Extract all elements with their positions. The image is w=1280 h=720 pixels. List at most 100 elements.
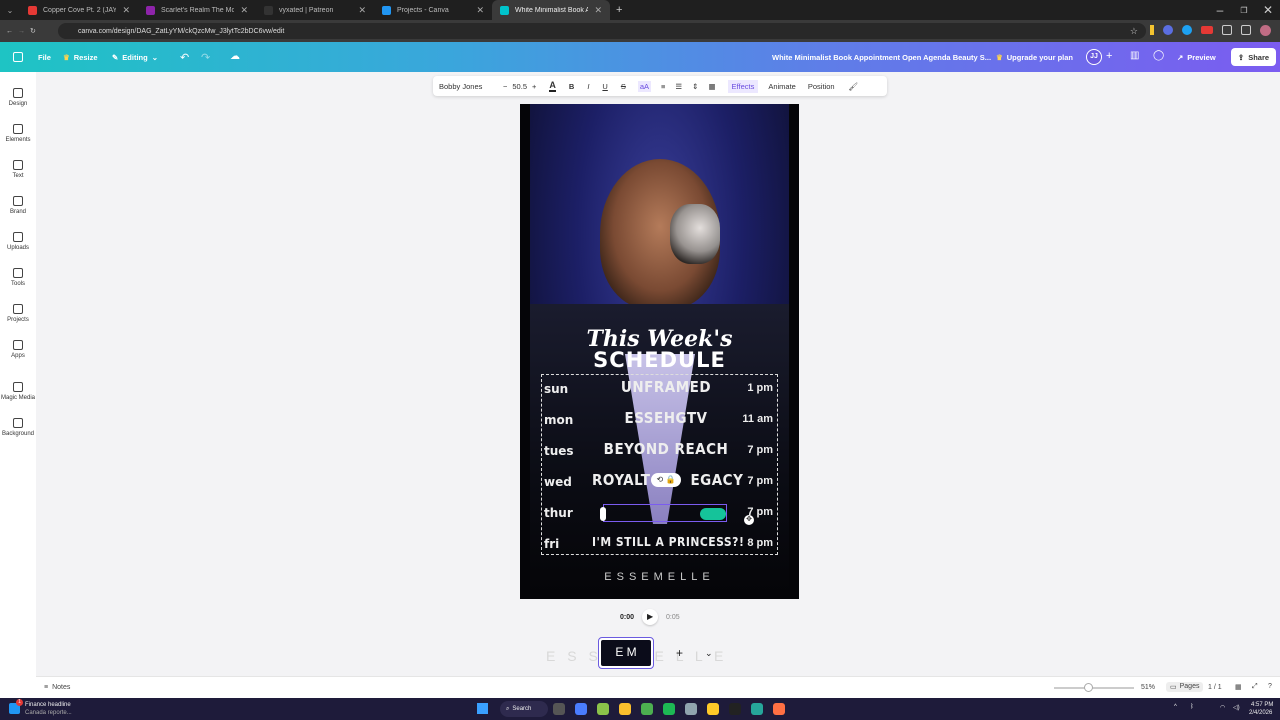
font-family-select[interactable]: Bobby Jones: [439, 82, 499, 91]
taskbar-app-icon[interactable]: [619, 703, 631, 715]
align-center-icon[interactable]: ≡: [661, 82, 665, 91]
tab-close-icon[interactable]: ✕: [240, 5, 248, 16]
windows-start-icon[interactable]: [477, 703, 488, 714]
move-handle-icon[interactable]: ✥: [744, 515, 754, 525]
tray-chevron-icon[interactable]: ^: [1174, 704, 1177, 710]
schedule-row[interactable]: fri I'M STILL A PRINCESS?! 8 pm: [542, 529, 777, 560]
paint-format-icon[interactable]: 🖌: [849, 82, 859, 91]
upgrade-plan-button[interactable]: ♛ Upgrade your plan: [996, 53, 1073, 62]
taskbar-app-icon[interactable]: [773, 703, 785, 715]
taskbar-app-icon[interactable]: [685, 703, 697, 715]
letter-case-button[interactable]: aA: [637, 80, 652, 92]
forward-icon[interactable]: →: [18, 28, 30, 35]
reload-icon[interactable]: ↻: [30, 27, 42, 35]
profile-avatar-icon[interactable]: [1260, 25, 1271, 36]
browser-tab[interactable]: White Minimalist Book Appoin ✕: [492, 0, 610, 20]
sidepanel-icon[interactable]: [1241, 25, 1251, 35]
sidebar-toggle-icon[interactable]: [13, 52, 23, 62]
extension-icon[interactable]: [1150, 25, 1154, 35]
sidebar-item-tools[interactable]: Tools: [0, 268, 36, 287]
zoom-slider[interactable]: [1054, 683, 1134, 692]
close-window-icon[interactable]: ✕: [1256, 3, 1280, 17]
animate-button[interactable]: Animate: [768, 82, 796, 91]
taskbar-app-icon[interactable]: [663, 703, 675, 715]
clock-time[interactable]: 4:57 PM: [1251, 702, 1273, 708]
taskbar-app-icon[interactable]: [553, 703, 565, 715]
underline-button[interactable]: U: [602, 82, 607, 91]
back-icon[interactable]: ←: [6, 28, 18, 35]
tab-close-icon[interactable]: ✕: [594, 5, 602, 16]
design-title[interactable]: White Minimalist Book Appointment Open A…: [772, 53, 991, 62]
position-button[interactable]: Position: [808, 82, 835, 91]
spacing-icon[interactable]: ⇕: [692, 82, 698, 91]
zoom-slider-thumb[interactable]: [1084, 683, 1093, 692]
undo-icon[interactable]: ↶: [180, 51, 189, 64]
taskbar-app-icon[interactable]: [597, 703, 609, 715]
sidebar-item-magic-media[interactable]: Magic Media: [0, 382, 36, 401]
rotate-icon[interactable]: ⟲ 🔒: [651, 473, 681, 487]
browser-tab[interactable]: Copper Cove Pt. 2 (JAYBear ✕: [20, 0, 138, 20]
bluetooth-icon[interactable]: ᛒ: [1190, 704, 1194, 710]
wifi-icon[interactable]: ◠: [1220, 704, 1225, 711]
tab-close-icon[interactable]: ✕: [476, 5, 484, 16]
page-thumbnail[interactable]: E M: [598, 637, 654, 669]
share-button[interactable]: ⇪ Share: [1231, 48, 1276, 66]
minimize-icon[interactable]: –: [1208, 3, 1232, 17]
add-page-icon[interactable]: +: [676, 646, 683, 660]
design-canvas[interactable]: This Week's SCHEDULE sun UNFRAMED 1 pm mon E…: [520, 104, 799, 599]
bookmark-star-icon[interactable]: ☆: [1130, 26, 1138, 37]
extension-icon[interactable]: [1201, 26, 1213, 34]
tab-menu-icon[interactable]: ⌄: [0, 6, 20, 15]
selection-handle[interactable]: [600, 507, 606, 521]
effects-button[interactable]: Effects: [727, 79, 759, 93]
fullscreen-icon[interactable]: ⤢: [1252, 683, 1258, 691]
sidebar-item-projects[interactable]: Projects: [0, 304, 36, 323]
italic-button[interactable]: I: [587, 82, 589, 91]
font-size-input[interactable]: 50.5: [512, 82, 527, 91]
bold-button[interactable]: B: [569, 82, 574, 91]
schedule-row[interactable]: mon ESSEHGTV 11 am: [542, 405, 777, 436]
tab-close-icon[interactable]: ✕: [122, 5, 130, 16]
extension-icon[interactable]: [1163, 25, 1173, 35]
taskbar-app-icon[interactable]: [641, 703, 653, 715]
file-menu-button[interactable]: File: [38, 53, 51, 62]
comments-icon[interactable]: ◯: [1153, 50, 1164, 61]
font-size-increase[interactable]: +: [532, 82, 536, 91]
search-box[interactable]: ⌕ Search: [500, 701, 548, 717]
grid-view-icon[interactable]: ▦: [1235, 683, 1242, 691]
taskbar-app-icon[interactable]: [707, 703, 719, 715]
taskbar-app-icon[interactable]: [751, 703, 763, 715]
schedule-row[interactable]: tues BEYOND REACH 7 pm: [542, 436, 777, 467]
redo-icon[interactable]: ↷: [201, 51, 210, 64]
pages-button[interactable]: ▭ Pages: [1166, 682, 1204, 692]
maximize-icon[interactable]: ❐: [1232, 6, 1256, 15]
title-main[interactable]: SCHEDULE: [520, 348, 799, 372]
sidebar-item-background[interactable]: Background: [0, 418, 36, 437]
editing-mode-button[interactable]: ✎ Editing ⌄: [112, 53, 158, 62]
browser-tab[interactable]: Projects - Canva ✕: [374, 0, 492, 20]
sidebar-item-design[interactable]: Design: [0, 88, 36, 107]
text-color-button[interactable]: A: [549, 80, 556, 92]
extensions-puzzle-icon[interactable]: [1222, 25, 1232, 35]
brand-name[interactable]: ESSEMELLE: [520, 571, 799, 583]
cloud-saved-icon[interactable]: ☁: [230, 51, 240, 62]
play-button[interactable]: ▶: [642, 609, 659, 625]
tab-close-icon[interactable]: ✕: [358, 5, 366, 16]
zoom-level[interactable]: 51%: [1141, 684, 1155, 691]
volume-icon[interactable]: ◁): [1233, 704, 1240, 711]
transparency-icon[interactable]: ▦: [708, 82, 715, 91]
taskbar-app-icon[interactable]: [575, 703, 587, 715]
new-tab-icon[interactable]: +: [616, 4, 622, 16]
notes-button[interactable]: ≡ Notes: [44, 684, 70, 691]
timeline-chevron-icon[interactable]: ⌄: [705, 648, 713, 659]
browser-tab[interactable]: Scarlet's Realm The Mod List [✕: [138, 0, 256, 20]
news-title[interactable]: Finance headline: [25, 702, 71, 708]
font-size-decrease[interactable]: −: [503, 82, 507, 91]
browser-tab[interactable]: vyxated | Patreon ✕: [256, 0, 374, 20]
resize-button[interactable]: ♛ Resize: [63, 53, 98, 62]
list-icon[interactable]: ☰: [675, 82, 682, 91]
strikethrough-button[interactable]: S: [621, 82, 626, 91]
help-icon[interactable]: ?: [1268, 683, 1272, 690]
sidebar-item-apps[interactable]: Apps: [0, 340, 36, 359]
sidebar-item-text[interactable]: Text: [0, 160, 36, 179]
